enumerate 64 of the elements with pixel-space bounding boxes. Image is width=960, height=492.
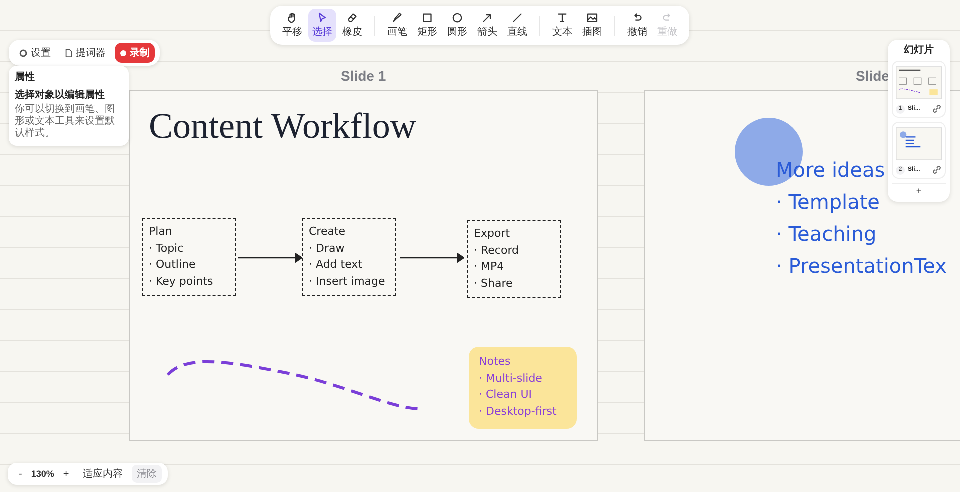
- tool-button[interactable]: 插图: [578, 9, 606, 42]
- tool-button[interactable]: 画笔: [384, 9, 412, 42]
- slide-text: · PresentationTex: [776, 253, 947, 280]
- document-icon: [65, 48, 73, 58]
- box-item: · Topic: [149, 240, 185, 256]
- tool-button[interactable]: 平移: [278, 9, 306, 42]
- box-item: · Add text: [309, 257, 364, 273]
- fit-button[interactable]: 适应内容: [78, 465, 128, 483]
- zoom-in-button[interactable]: +: [58, 466, 74, 482]
- panel-title: 属性: [15, 70, 36, 84]
- note-item: · Desktop-first: [479, 404, 558, 420]
- slide-thumbnail-drawing: [896, 126, 942, 162]
- zoom-out-button[interactable]: -: [14, 466, 28, 482]
- undo-icon: [632, 12, 644, 24]
- panel-hint: 你可以切换到画笔、图形或文本工具来设置默认样式。: [15, 104, 116, 140]
- box-title: Plan: [149, 224, 174, 240]
- slide-title: Slide 1: [341, 68, 386, 84]
- tool-button[interactable]: 撤销: [624, 9, 652, 42]
- slide-heading: Content Workflow: [149, 105, 416, 147]
- arrow-icon: [482, 12, 494, 24]
- line-icon: [512, 12, 524, 24]
- top-button[interactable]: 设置: [14, 43, 56, 63]
- box-title: Export: [474, 226, 512, 242]
- text-icon: [556, 12, 568, 24]
- tool-button[interactable]: 文本: [548, 9, 576, 42]
- note-title: Notes: [479, 354, 512, 370]
- box-item: · Outline: [149, 257, 197, 273]
- hand-icon: [286, 12, 298, 24]
- box-item: · Key points: [149, 274, 214, 290]
- tool-button[interactable]: 选择: [308, 9, 336, 42]
- tool-button[interactable]: 橡皮: [338, 9, 366, 42]
- circle-icon: [452, 12, 464, 24]
- top-button[interactable]: 提词器: [60, 43, 111, 63]
- panel-heading: 选择对象以编辑属性: [15, 88, 106, 102]
- link-icon[interactable]: [932, 165, 942, 175]
- tool-button[interactable]: 箭头: [474, 9, 502, 42]
- arrow-icon: [400, 253, 464, 263]
- tool-button[interactable]: 直线: [504, 9, 532, 42]
- slide-title: Slide: [856, 68, 890, 84]
- slide-text: · Teaching: [776, 221, 877, 248]
- note-item: · Clean UI: [479, 387, 534, 403]
- cursor-icon: [316, 12, 328, 24]
- box-item: · Draw: [309, 240, 346, 256]
- square-icon: [422, 12, 434, 24]
- tool-button[interactable]: 矩形: [414, 9, 442, 42]
- pen-icon: [392, 12, 404, 24]
- record-icon: [120, 50, 127, 56]
- eraser-icon: [346, 12, 358, 24]
- box-title: Create: [309, 224, 347, 240]
- box-item: · MP4: [474, 259, 506, 275]
- image-icon: [586, 12, 598, 24]
- slide-text: · Template: [776, 189, 880, 216]
- tool-button[interactable]: 圆形: [444, 9, 472, 42]
- link-icon[interactable]: [932, 104, 942, 114]
- redo-icon: [662, 12, 674, 24]
- top-button[interactable]: 录制: [115, 43, 155, 63]
- box-item: · Insert image: [309, 274, 386, 290]
- slide-text: More ideas: [776, 157, 886, 184]
- box-item: · Share: [474, 276, 514, 292]
- slide-thumbnail-drawing: [896, 65, 942, 101]
- note-item: · Multi-slide: [479, 370, 544, 386]
- box-item: · Record: [474, 242, 520, 258]
- zoom-level: 130%: [31, 469, 54, 479]
- panel-title: 幻灯片: [903, 44, 935, 57]
